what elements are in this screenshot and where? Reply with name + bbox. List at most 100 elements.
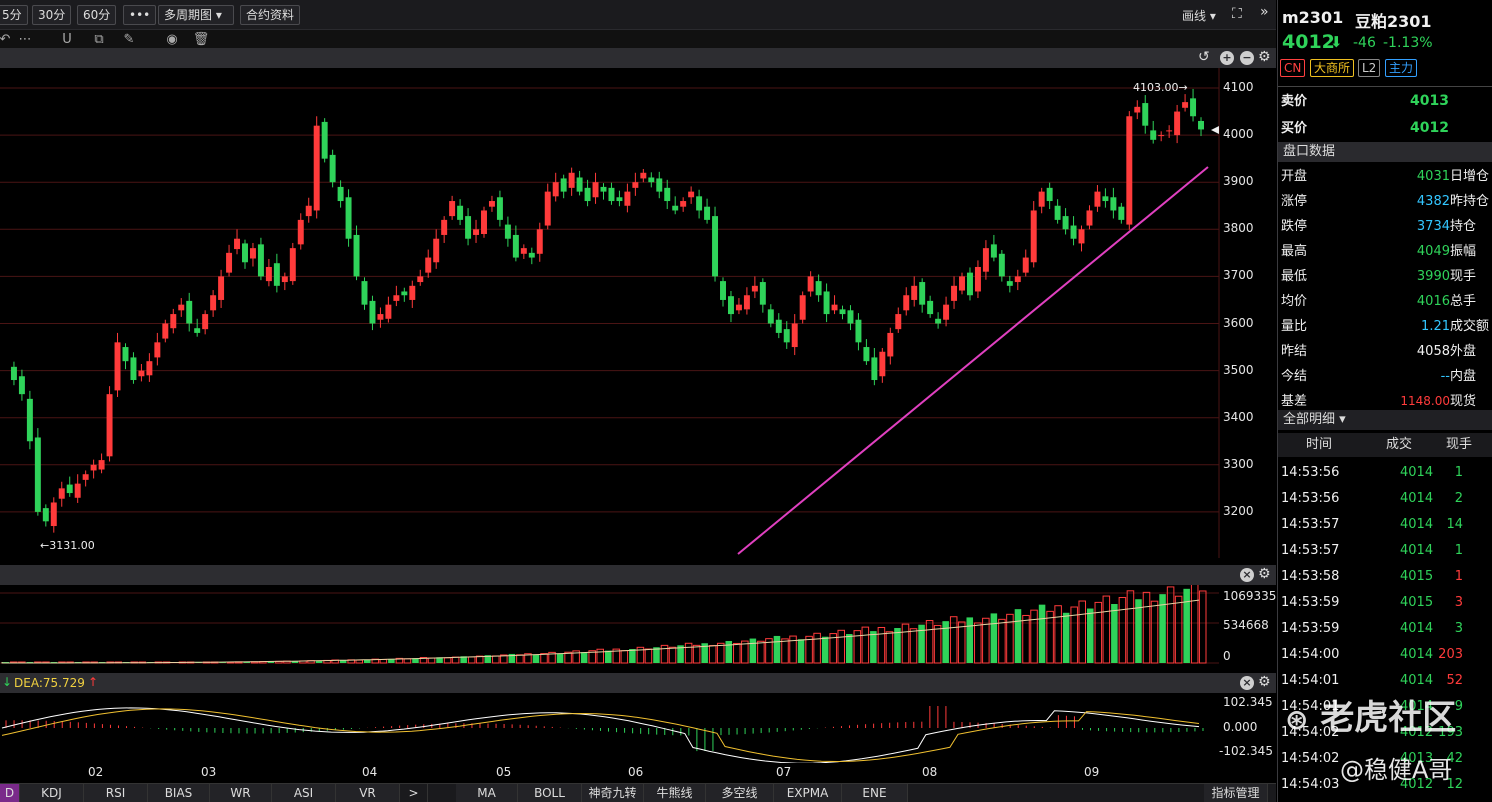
time-tick-label: 08 — [922, 765, 938, 779]
candle-body — [951, 285, 958, 301]
candle-body — [417, 276, 424, 283]
candle-body — [640, 172, 647, 179]
multi-period-button[interactable]: 多周期图 ▾ — [158, 5, 234, 25]
candle-body — [34, 437, 41, 512]
tab-expma[interactable]: EXPMA — [774, 784, 842, 802]
candle-body — [369, 300, 376, 324]
candle-body — [226, 252, 233, 273]
magnet-icon[interactable]: U — [58, 31, 76, 49]
candle-body — [903, 295, 910, 311]
tab-ma[interactable]: MA — [456, 784, 518, 802]
tab-ene[interactable]: ENE — [842, 784, 908, 802]
tab-magic-nine[interactable]: 神奇九转 — [582, 784, 644, 802]
quote-row-7: 昨结 4058 外盘 — [1278, 339, 1492, 364]
time-tick-label: 06 — [628, 765, 644, 779]
tab-bull-bear[interactable]: 牛熊线 — [644, 784, 706, 802]
candlestick-chart[interactable]: 4103.00→ ←3131.00 — [0, 68, 1276, 558]
volume-bar — [540, 653, 548, 664]
candle-body — [273, 263, 280, 286]
volume-bar — [1078, 600, 1087, 664]
tabs-next-icon[interactable]: > — [400, 784, 428, 802]
trades-table-header: 时间 成交 现手 — [1278, 433, 1492, 457]
dots-icon[interactable]: ⋯ — [16, 31, 34, 49]
volume-bar — [492, 655, 500, 664]
quote-row-0: 开盘 4031 日增仓 — [1278, 164, 1492, 189]
zoom-in-icon[interactable]: + — [1220, 51, 1234, 65]
copy-icon[interactable]: ⧉ — [90, 31, 108, 49]
candle-body — [911, 285, 918, 300]
collapse-panel-icon[interactable]: » — [1260, 4, 1269, 20]
price-tick-label: 4000 — [1223, 127, 1254, 142]
reset-icon[interactable]: ↺ — [1198, 49, 1210, 65]
time-axis: 02 03 04 05 06 07 08 09 — [0, 763, 1219, 783]
indicator-manage-button[interactable]: 指标管理 — [1204, 784, 1268, 802]
last-price: 4012 — [1282, 31, 1335, 53]
tab-rsi[interactable]: RSI — [84, 784, 148, 802]
trade-price: 4014 — [1400, 647, 1434, 662]
col-time: 时间 — [1306, 437, 1333, 452]
candle-body — [154, 342, 161, 358]
volume-bar — [870, 631, 877, 663]
settings-icon[interactable]: ⚙ — [1258, 674, 1271, 690]
period-5min-button[interactable]: 5分 — [0, 5, 28, 25]
candle-body — [234, 238, 241, 250]
contract-info-button[interactable]: 合约资料 — [240, 5, 301, 25]
period-60min-button[interactable]: 60分 — [77, 5, 117, 25]
eye-icon[interactable]: ◉ — [163, 31, 181, 49]
trash-icon[interactable]: 🗑 — [192, 31, 210, 49]
market-data-header[interactable]: 盘口数据 — [1278, 142, 1492, 162]
close-icon[interactable]: × — [1240, 568, 1254, 582]
draw-line-menu[interactable]: 画线 ▾ — [1182, 7, 1216, 24]
tab-bias[interactable]: BIAS — [148, 784, 210, 802]
candle-body — [998, 253, 1005, 277]
candle-body — [648, 177, 655, 183]
tab-vr[interactable]: VR — [336, 784, 400, 802]
candle-body — [759, 282, 766, 305]
close-icon[interactable]: × — [1240, 676, 1254, 690]
candle-body — [727, 296, 734, 315]
volume-bar — [516, 654, 524, 664]
candle-body — [536, 229, 543, 254]
candle-body — [544, 191, 551, 226]
more-periods-button[interactable]: ••• — [123, 5, 157, 25]
volume-bar — [1126, 590, 1135, 664]
volume-bar — [933, 624, 942, 664]
volume-chart[interactable] — [0, 585, 1276, 667]
zoom-out-icon[interactable]: − — [1240, 51, 1254, 65]
volume-bar — [781, 638, 789, 664]
tab-macd[interactable]: D — [0, 784, 20, 802]
candle-body — [863, 347, 870, 362]
trade-volume: 14 — [1446, 517, 1463, 532]
trade-row: 14:53:56 4014 2 — [1278, 486, 1492, 512]
price-tick-label: 3200 — [1223, 503, 1254, 518]
high-price-label: 4103.00→ — [1133, 81, 1188, 94]
undo-icon[interactable]: ↶ — [0, 31, 14, 49]
settings-icon[interactable]: ⚙ — [1258, 566, 1271, 582]
pencil-icon[interactable]: ✎ — [120, 31, 138, 49]
candle-body — [106, 394, 113, 457]
volume-bar — [821, 636, 829, 663]
settings-icon[interactable]: ⚙ — [1258, 49, 1271, 65]
tab-boll[interactable]: BOLL — [518, 784, 582, 802]
tab-wr[interactable]: WR — [210, 784, 272, 802]
candle-body — [935, 318, 942, 324]
candle-body — [664, 187, 671, 202]
quote-row-6: 量比 1.21 成交额 — [1278, 314, 1492, 339]
tab-asi[interactable]: ASI — [272, 784, 336, 802]
trade-time: 14:53:58 — [1281, 569, 1340, 584]
trade-volume: 1 — [1454, 465, 1463, 480]
quote-row-right-label: 总手 — [1450, 294, 1477, 309]
period-30min-button[interactable]: 30分 — [32, 5, 72, 25]
price-tick-label: 3600 — [1223, 315, 1254, 330]
candle-body — [552, 182, 559, 197]
macd-chart[interactable] — [0, 693, 1276, 763]
tab-long-short[interactable]: 多空线 — [706, 784, 774, 802]
volume-bar — [629, 649, 636, 663]
quote-row-4: 最低 3990 现手 — [1278, 264, 1492, 289]
fullscreen-icon[interactable]: ⛶ — [1232, 6, 1242, 22]
candle-body — [775, 319, 782, 333]
tab-kdj[interactable]: KDJ — [20, 784, 84, 802]
candle-body — [871, 357, 878, 381]
candle-body — [393, 295, 400, 301]
quote-row-1: 涨停 4382 昨持仓 — [1278, 189, 1492, 214]
